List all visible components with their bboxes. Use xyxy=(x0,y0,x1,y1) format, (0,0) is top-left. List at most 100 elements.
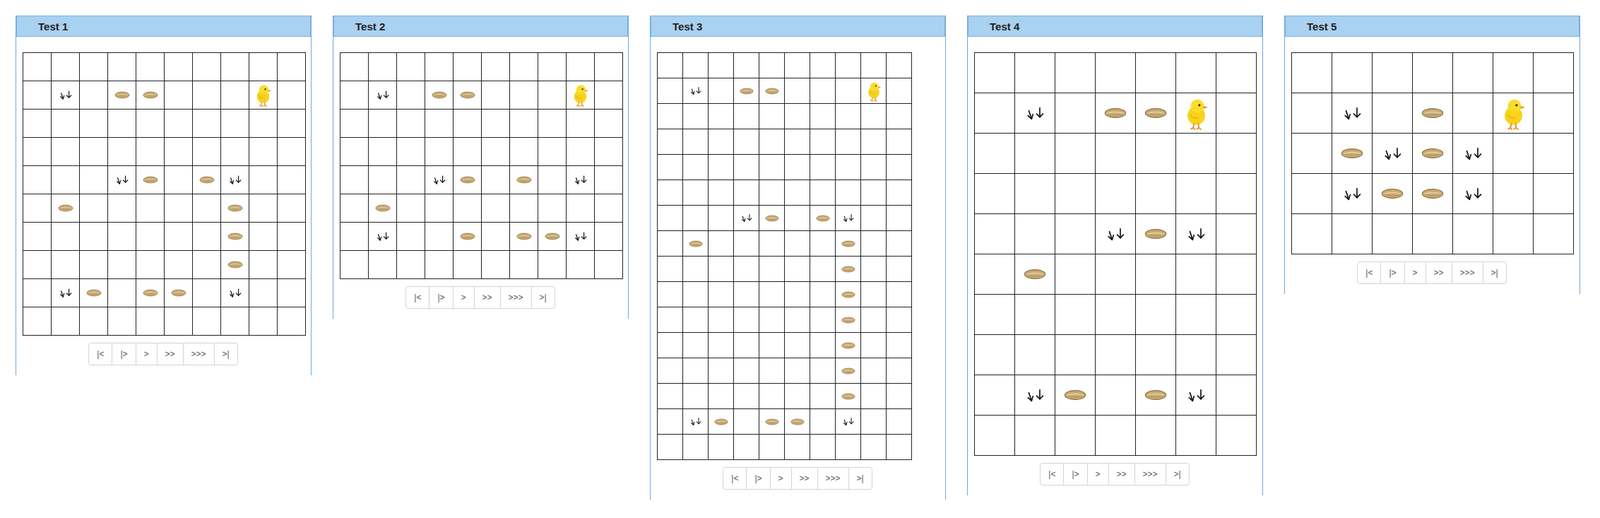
control-button[interactable]: >| xyxy=(531,286,556,309)
control-button[interactable]: >>> xyxy=(1451,261,1484,284)
grid-cell xyxy=(861,332,887,359)
grid-cell xyxy=(708,332,734,359)
playback-controls: |<|>>>>>>>>| xyxy=(32,342,295,366)
grid-cell xyxy=(425,81,454,110)
grid-cell xyxy=(861,409,887,435)
grid-cell xyxy=(861,230,887,257)
control-button[interactable]: |> xyxy=(111,342,136,366)
grid-cell xyxy=(861,256,887,282)
grid-cell xyxy=(108,109,137,138)
control-button[interactable]: |< xyxy=(405,286,430,309)
grid-cell xyxy=(538,250,567,280)
control-button[interactable]: >> xyxy=(156,342,184,366)
grid-cell xyxy=(733,332,760,359)
control-button[interactable]: |> xyxy=(745,466,770,490)
control-button[interactable]: >| xyxy=(848,466,873,490)
grid-cell xyxy=(810,256,836,282)
grid-cell xyxy=(108,222,137,251)
seed-icon xyxy=(841,291,856,299)
grid-cell xyxy=(481,52,511,82)
control-button[interactable]: >> xyxy=(791,466,819,490)
grid-cell xyxy=(1332,173,1373,215)
control-button[interactable]: |< xyxy=(722,466,747,490)
grid-cell xyxy=(708,103,734,130)
control-button[interactable]: > xyxy=(1087,462,1110,486)
grid-cell xyxy=(733,434,760,460)
seed-icon xyxy=(815,214,831,222)
control-button[interactable]: >| xyxy=(1482,261,1507,284)
grid-cell xyxy=(1292,133,1333,174)
chick-icon xyxy=(571,83,590,107)
grid-cell xyxy=(396,52,426,82)
grid-cell xyxy=(784,256,811,282)
control-button[interactable]: >>> xyxy=(500,286,532,309)
grid-cell xyxy=(221,307,250,336)
grid-cell xyxy=(657,230,684,257)
seed-icon xyxy=(142,91,159,99)
control-button[interactable]: |> xyxy=(1380,261,1405,284)
control-button[interactable]: >| xyxy=(214,342,239,366)
arrows-down-icon xyxy=(572,174,589,186)
grid-cell xyxy=(221,109,250,138)
grid-cell xyxy=(708,256,734,282)
control-button[interactable]: >>> xyxy=(182,342,215,366)
grid-cell xyxy=(23,109,52,138)
grid-cell xyxy=(1493,214,1534,255)
grid-cell xyxy=(510,52,539,82)
grid-cell xyxy=(249,194,278,223)
control-button[interactable]: > xyxy=(135,342,158,366)
grid-cell xyxy=(810,307,836,333)
control-button[interactable]: |< xyxy=(88,342,113,366)
grid-cell xyxy=(886,180,912,206)
grid-cell xyxy=(1015,133,1056,174)
control-button[interactable]: > xyxy=(1404,261,1427,284)
arrows-down-icon xyxy=(1381,146,1404,162)
grid-cell xyxy=(657,383,684,410)
grid-cell xyxy=(759,230,785,257)
grid-cell xyxy=(810,434,836,460)
grid-cell xyxy=(1493,93,1534,134)
grid-cell xyxy=(784,230,811,257)
control-button[interactable]: >> xyxy=(1425,261,1453,284)
control-button[interactable]: |< xyxy=(1039,462,1064,486)
grid-cell xyxy=(835,434,862,460)
control-button[interactable]: >> xyxy=(1108,462,1136,486)
grid-cell xyxy=(1135,334,1177,376)
grid-cell xyxy=(1135,52,1177,94)
grid-cell xyxy=(784,52,811,79)
grid-cell xyxy=(1095,334,1136,376)
control-button[interactable]: >| xyxy=(1165,462,1190,486)
control-button[interactable]: >>> xyxy=(817,466,850,490)
grid-cell xyxy=(733,154,760,181)
seed-icon xyxy=(1421,147,1444,159)
arrows-down-icon xyxy=(1341,105,1364,121)
grid-cell xyxy=(810,129,836,155)
grid-cell xyxy=(683,358,709,384)
grid-cell xyxy=(538,222,567,251)
grid-cell xyxy=(538,81,567,110)
grid-cell xyxy=(683,180,709,206)
grid-cell xyxy=(510,166,539,195)
control-button[interactable]: > xyxy=(452,286,475,309)
grid-cell xyxy=(974,415,1016,456)
grid-cell xyxy=(657,409,684,435)
game-grid xyxy=(1291,52,1574,255)
seed-icon xyxy=(1023,268,1047,280)
grid-cell xyxy=(277,279,306,308)
control-button[interactable]: |> xyxy=(1063,462,1088,486)
grid-cell xyxy=(277,166,306,195)
control-button[interactable]: >> xyxy=(473,286,501,309)
control-button[interactable]: >>> xyxy=(1134,462,1167,486)
control-button[interactable]: > xyxy=(769,466,792,490)
control-button[interactable]: |< xyxy=(1356,261,1382,284)
game-grid xyxy=(22,52,306,336)
grid-cell xyxy=(340,166,369,195)
grid-cell xyxy=(510,250,539,280)
control-button[interactable]: |> xyxy=(428,286,453,309)
arrows-down-icon xyxy=(1462,146,1485,162)
grid-cell xyxy=(51,137,80,167)
grid-cell xyxy=(192,250,222,280)
grid-cell xyxy=(974,52,1016,94)
grid-cell xyxy=(1412,133,1454,174)
grid-cell xyxy=(425,52,454,82)
